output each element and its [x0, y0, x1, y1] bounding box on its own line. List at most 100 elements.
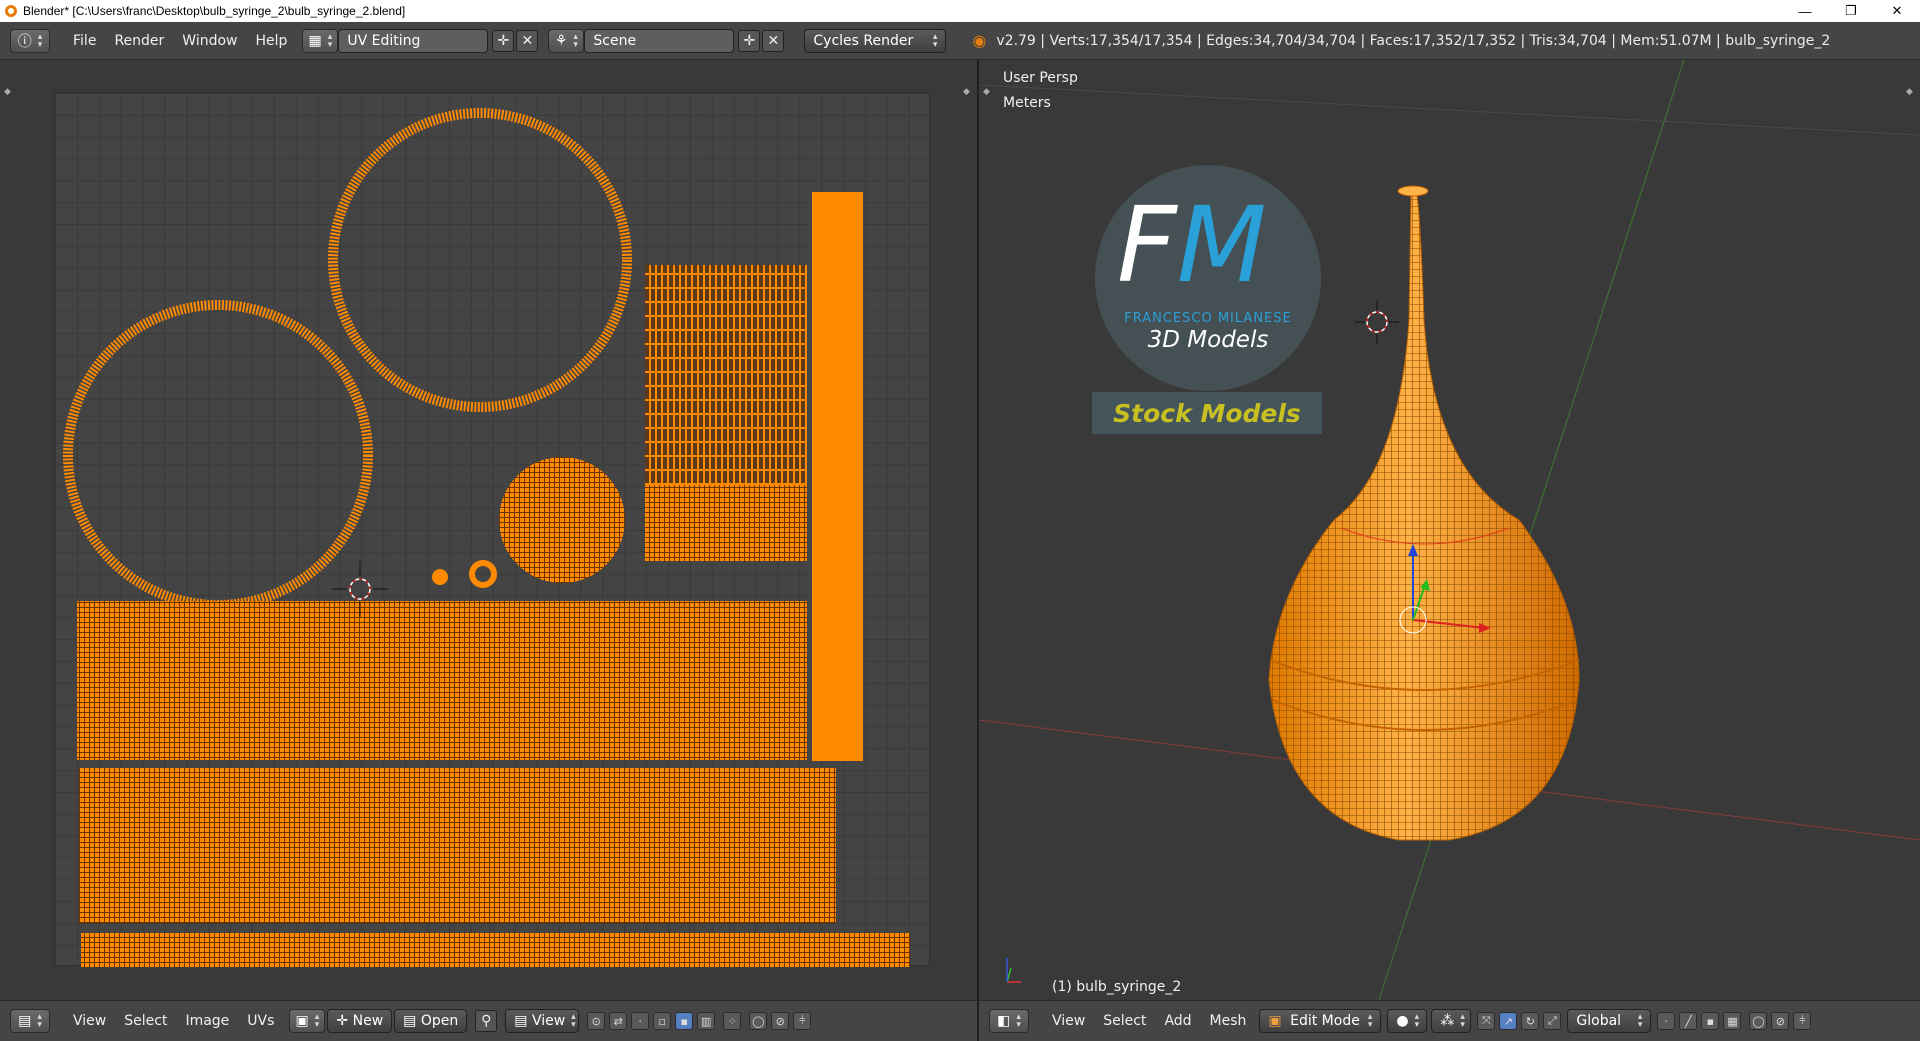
scene-icon[interactable]: ⚘ ▴ ▾: [548, 28, 585, 53]
uv-dot-small: [432, 569, 448, 585]
close-window-button[interactable]: ✕: [1874, 0, 1920, 22]
translate-manipulator-icon[interactable]: ↗: [1499, 1012, 1518, 1030]
minimize-button[interactable]: —: [1782, 0, 1828, 22]
menu-window[interactable]: Window: [173, 33, 246, 49]
scene-name: Scene: [593, 32, 637, 49]
view-mode-dropdown[interactable]: ▤ View ▴ ▾: [505, 1009, 580, 1033]
blender-logo-icon: ◉: [972, 31, 987, 50]
scale-manipulator-icon[interactable]: ⤢: [1543, 1012, 1562, 1030]
interaction-mode-dropdown[interactable]: ▣ Edit Mode ▴ ▾: [1259, 1009, 1382, 1033]
uv-ring-large: [328, 108, 632, 412]
manipulator-toggle-icon[interactable]: ⤧: [1477, 1012, 1496, 1030]
vertex-select-icon[interactable]: ⋅: [1657, 1012, 1676, 1030]
screen-layout-icon[interactable]: ▦ ▴ ▾: [302, 28, 339, 53]
vp-menu-add[interactable]: Add: [1155, 1013, 1200, 1029]
vp-proportional-edit-icon[interactable]: ◯: [1749, 1012, 1768, 1030]
pivot-point-dropdown[interactable]: ⁂ ▴ ▾: [1431, 1009, 1472, 1033]
uv-islands[interactable]: [55, 93, 931, 969]
info-header: ⓘ ▴ ▾ File Render Window Help ▦ ▴ ▾ UV Editi…: [0, 22, 1920, 60]
logo-initial-m: M: [1176, 184, 1267, 306]
add-screen-icon[interactable]: ✛: [492, 29, 515, 52]
uv-block-wide-2: [79, 768, 836, 923]
snap-target-icon[interactable]: ⫩: [793, 1012, 812, 1030]
sticky-mode-icon[interactable]: ⁘: [723, 1012, 742, 1030]
edge-select-icon[interactable]: ╱: [1679, 1012, 1698, 1030]
screen-layout-name: UV Editing: [347, 32, 421, 49]
viewport-editor-type-icon[interactable]: ◧ ▴ ▾: [989, 1009, 1029, 1033]
select-island-icon[interactable]: ▥: [697, 1012, 716, 1030]
rotate-manipulator-icon[interactable]: ↻: [1521, 1012, 1540, 1030]
interaction-mode-label: Edit Mode: [1290, 1013, 1360, 1029]
screen-layout-field[interactable]: UV Editing: [338, 28, 489, 53]
pin-image-icon[interactable]: ⚲: [475, 1010, 498, 1032]
uv-menu-uvs[interactable]: UVs: [238, 1013, 283, 1029]
stock-models-badge: Stock Models: [1092, 392, 1322, 434]
transform-orientation-dropdown[interactable]: Global ▴ ▾: [1567, 1009, 1652, 1033]
window-titlebar: Blender* [C:\Users\franc\Desktop\bulb_sy…: [0, 0, 1920, 22]
proportional-edit-icon[interactable]: ◯: [749, 1012, 768, 1030]
scene-field[interactable]: Scene: [584, 28, 735, 53]
new-image-label: New: [352, 1013, 384, 1029]
image-browse-icon[interactable]: ▣ ▴ ▾: [289, 1009, 326, 1033]
transform-orientation-label: Global: [1576, 1013, 1622, 1029]
maximize-button[interactable]: ❐: [1828, 0, 1874, 22]
uv-block-strip-bottom: [81, 933, 910, 969]
remove-scene-icon[interactable]: ✕: [762, 29, 785, 52]
uv-grid-canvas[interactable]: [54, 92, 931, 969]
uv-editor-type-icon[interactable]: ▤ ▴ ▾: [10, 1009, 50, 1033]
uv-disk: [499, 457, 625, 583]
uv-strip-tall: [812, 192, 863, 761]
menu-render[interactable]: Render: [105, 33, 173, 49]
edit-mode-icon: ▣: [1268, 1013, 1282, 1029]
vp-menu-view[interactable]: View: [1043, 1013, 1094, 1029]
uv-block-striped: [645, 265, 807, 485]
scene-statistics: v2.79 | Verts:17,354/17,354 | Edges:34,7…: [996, 32, 1831, 49]
vp-menu-select[interactable]: Select: [1094, 1013, 1155, 1029]
remove-screen-icon[interactable]: ✕: [516, 29, 539, 52]
logo-subtitle: 3D Models: [1147, 327, 1269, 353]
blender-icon: [5, 5, 17, 17]
uv-menu-view[interactable]: View: [64, 1013, 115, 1029]
add-scene-icon[interactable]: ✛: [738, 29, 761, 52]
uv-block-wide-1: [77, 601, 807, 760]
badge-label: Stock Models: [1113, 398, 1301, 428]
properties-toggle-icon[interactable]: ◆: [963, 87, 970, 97]
render-engine-label: Cycles Render: [813, 32, 914, 49]
menu-file[interactable]: File: [64, 33, 105, 49]
view-mode-label: View: [531, 1013, 566, 1029]
render-engine-dropdown[interactable]: Cycles Render ▴ ▾: [804, 28, 947, 53]
limit-selection-icon[interactable]: ▦: [1723, 1012, 1742, 1030]
3d-cursor-icon: [1355, 300, 1399, 344]
logo-author: FRANCESCO MILANESE: [1124, 311, 1292, 326]
vp-snap-target-icon[interactable]: ⫩: [1793, 1012, 1812, 1030]
select-edge-icon[interactable]: ▫: [653, 1012, 672, 1030]
uv-editor-header: ▤ ▴ ▾ View Select Image UVs ▣ ▴ ▾ ✛ New ▤ Op…: [0, 1000, 977, 1041]
snap-icon[interactable]: ⊘: [771, 1012, 790, 1030]
uv-sync-icon[interactable]: ⇄: [609, 1012, 628, 1030]
open-image-label: Open: [420, 1013, 459, 1029]
editor-type-info-icon[interactable]: ⓘ ▴ ▾: [10, 28, 50, 53]
uv-ring-small: [469, 560, 497, 588]
new-image-button[interactable]: ✛ New: [327, 1009, 393, 1033]
open-image-button[interactable]: ▤ Open: [394, 1009, 468, 1033]
viewport-shading-dropdown[interactable]: ● ▴ ▾: [1387, 1009, 1428, 1033]
fm-logo: FM FRANCESCO MILANESE 3D Models: [1095, 165, 1321, 391]
toolshelf-toggle-icon[interactable]: ◆: [4, 87, 11, 97]
uv-menu-image[interactable]: Image: [176, 1013, 238, 1029]
uv-image-editor[interactable]: ◆ ◆: [0, 60, 977, 1000]
active-object-label: (1) bulb_syringe_2: [1052, 979, 1182, 995]
uv-ring-left: [63, 300, 373, 610]
menu-help[interactable]: Help: [246, 33, 296, 49]
uv-menu-select[interactable]: Select: [115, 1013, 176, 1029]
3d-viewport[interactable]: ◆ ◆ User Persp Meters FM FRANCESCO MILAN…: [979, 60, 1920, 1000]
select-face-icon[interactable]: ▪: [675, 1012, 694, 1030]
window-title: Blender* [C:\Users\franc\Desktop\bulb_sy…: [23, 4, 406, 18]
vp-snap-icon[interactable]: ⊘: [1771, 1012, 1790, 1030]
uv-block-dense: [645, 485, 807, 561]
logo-initial-f: F: [1117, 184, 1177, 306]
pivot-icon[interactable]: ⊙: [587, 1012, 606, 1030]
select-vertex-icon[interactable]: ⋅: [631, 1012, 650, 1030]
viewport-header: ◧ ▴ ▾ View Select Add Mesh ▣ Edit Mode ▴ ▾ ●…: [979, 1000, 1920, 1041]
vp-menu-mesh[interactable]: Mesh: [1201, 1013, 1256, 1029]
face-select-icon[interactable]: ▪: [1701, 1012, 1720, 1030]
